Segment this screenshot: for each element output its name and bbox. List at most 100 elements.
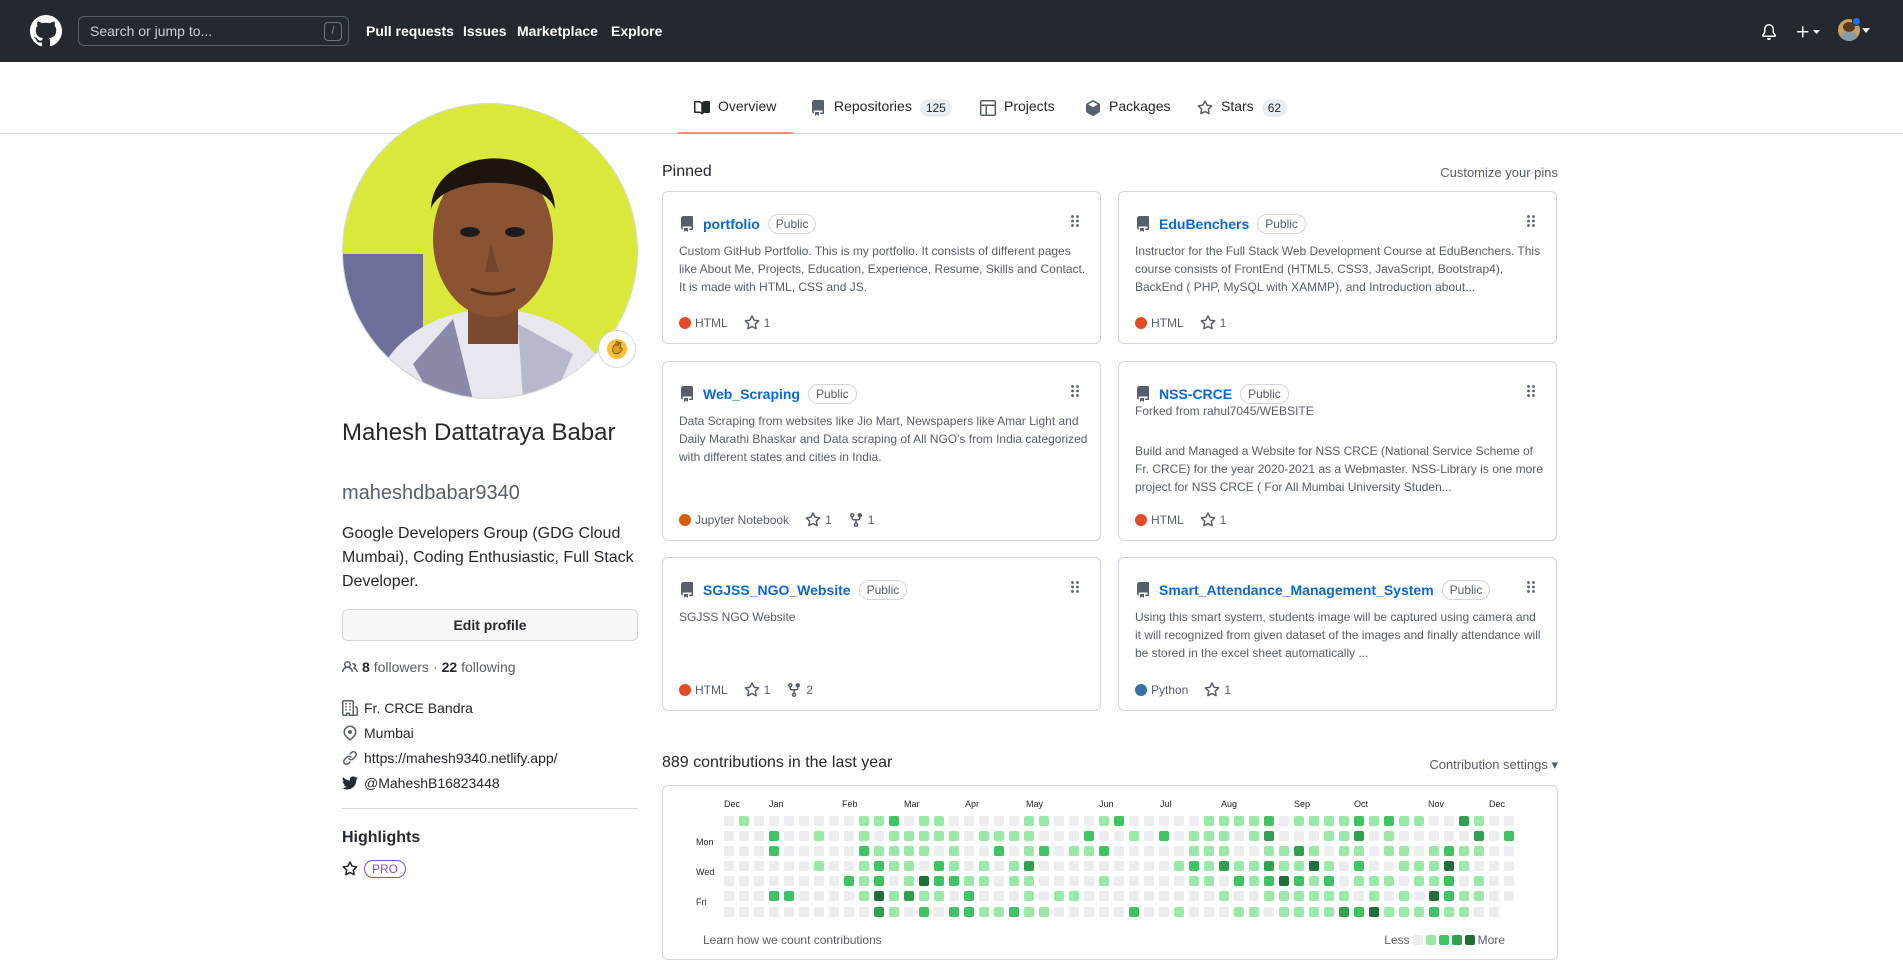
contribution-day[interactable] [784, 816, 794, 826]
contribution-day[interactable] [1444, 816, 1454, 826]
contribution-day[interactable] [1219, 876, 1229, 887]
contribution-day[interactable] [1444, 831, 1454, 842]
contribution-day[interactable] [1369, 831, 1379, 842]
contribution-day[interactable] [1204, 861, 1214, 872]
contribution-day[interactable] [1504, 861, 1514, 872]
caret-down-icon[interactable] [1862, 28, 1870, 34]
contribution-day[interactable] [904, 816, 914, 826]
contribution-day[interactable] [829, 906, 839, 917]
contribution-day[interactable] [1354, 891, 1364, 902]
contribution-day[interactable] [1144, 846, 1154, 857]
contribution-day[interactable] [1234, 846, 1244, 857]
contribution-day[interactable] [1294, 861, 1304, 872]
contribution-day[interactable] [919, 861, 929, 872]
contribution-day[interactable] [1474, 831, 1484, 842]
contribution-day[interactable] [1324, 906, 1334, 917]
repo-name-link[interactable]: NSS-CRCE [1159, 386, 1232, 402]
contribution-day[interactable] [1279, 846, 1289, 857]
contribution-day[interactable] [829, 816, 839, 826]
contribution-day[interactable] [1414, 891, 1424, 902]
contribution-day[interactable] [1309, 831, 1319, 842]
contribution-day[interactable] [994, 831, 1004, 842]
nav-marketplace[interactable]: Marketplace [517, 23, 598, 39]
repo-stars-link[interactable]: 1 [805, 512, 832, 528]
contribution-day[interactable] [1459, 906, 1469, 917]
contribution-day[interactable] [1099, 891, 1109, 902]
contribution-day[interactable] [1039, 816, 1049, 826]
contribution-day[interactable] [1384, 876, 1394, 887]
contribution-day[interactable] [1204, 906, 1214, 917]
contribution-day[interactable] [949, 846, 959, 857]
contribution-day[interactable] [1279, 816, 1289, 826]
contribution-day[interactable] [904, 846, 914, 857]
contribution-day[interactable] [1234, 861, 1244, 872]
contribution-day[interactable] [919, 876, 929, 887]
contribution-day[interactable] [1249, 816, 1259, 826]
contribution-day[interactable] [949, 891, 959, 902]
contribution-day[interactable] [829, 846, 839, 857]
contribution-day[interactable] [874, 861, 884, 872]
forked-from-text[interactable]: Forked from rahul7045/WEBSITE [1135, 404, 1314, 418]
contribution-day[interactable] [934, 846, 944, 857]
contribution-day[interactable] [784, 831, 794, 842]
contribution-day[interactable] [1414, 816, 1424, 826]
contribution-day[interactable] [1309, 876, 1319, 887]
contribution-day[interactable] [1039, 831, 1049, 842]
contribution-day[interactable] [1024, 876, 1034, 887]
contribution-day[interactable] [964, 816, 974, 826]
contribution-day[interactable] [1324, 831, 1334, 842]
contribution-day[interactable] [814, 816, 824, 826]
twitter-handle[interactable]: @MaheshB16823448 [364, 775, 500, 791]
contribution-day[interactable] [994, 861, 1004, 872]
contribution-day[interactable] [919, 846, 929, 857]
contribution-day[interactable] [1474, 816, 1484, 826]
contribution-day[interactable] [754, 816, 764, 826]
contribution-day[interactable] [1219, 816, 1229, 826]
contribution-day[interactable] [1084, 861, 1094, 872]
contribution-day[interactable] [979, 891, 989, 902]
contribution-day[interactable] [1279, 906, 1289, 917]
contribution-day[interactable] [799, 906, 809, 917]
contribution-day[interactable] [934, 906, 944, 917]
contribution-day[interactable] [889, 906, 899, 917]
contribution-day[interactable] [1234, 891, 1244, 902]
contribution-day[interactable] [799, 876, 809, 887]
contribution-day[interactable] [1354, 861, 1364, 872]
contribution-day[interactable] [754, 831, 764, 842]
contribution-day[interactable] [1324, 891, 1334, 902]
contribution-day[interactable] [1219, 846, 1229, 857]
contribution-day[interactable] [1489, 816, 1499, 826]
contribution-day[interactable] [1054, 831, 1064, 842]
contribution-day[interactable] [1249, 891, 1259, 902]
repo-stars-link[interactable]: 1 [1204, 682, 1231, 698]
contribution-day[interactable] [1339, 891, 1349, 902]
repo-stars-link[interactable]: 1 [744, 315, 770, 331]
contribution-day[interactable] [904, 831, 914, 842]
contribution-day[interactable] [724, 891, 734, 902]
contribution-day[interactable] [1294, 876, 1304, 887]
contribution-day[interactable] [829, 831, 839, 842]
contribution-day[interactable] [1444, 891, 1454, 902]
contribution-day[interactable] [1039, 891, 1049, 902]
contribution-day[interactable] [1069, 861, 1079, 872]
contribution-day[interactable] [964, 846, 974, 857]
contribution-day[interactable] [1129, 861, 1139, 872]
contribution-day[interactable] [739, 861, 749, 872]
contribution-day[interactable] [1339, 876, 1349, 887]
contribution-day[interactable] [739, 876, 749, 887]
contribution-day[interactable] [1399, 831, 1409, 842]
contribution-day[interactable] [949, 861, 959, 872]
contribution-day[interactable] [1084, 876, 1094, 887]
contribution-day[interactable] [1009, 891, 1019, 902]
contribution-day[interactable] [1429, 876, 1439, 887]
contribution-day[interactable] [1474, 876, 1484, 887]
contribution-day[interactable] [829, 891, 839, 902]
contribution-day[interactable] [1039, 906, 1049, 917]
contribution-day[interactable] [934, 831, 944, 842]
contribution-day[interactable] [1339, 816, 1349, 826]
contribution-day[interactable] [874, 876, 884, 887]
contribution-day[interactable] [1429, 816, 1439, 826]
contribution-day[interactable] [1189, 906, 1199, 917]
contribution-day[interactable] [754, 906, 764, 917]
contribution-day[interactable] [919, 831, 929, 842]
